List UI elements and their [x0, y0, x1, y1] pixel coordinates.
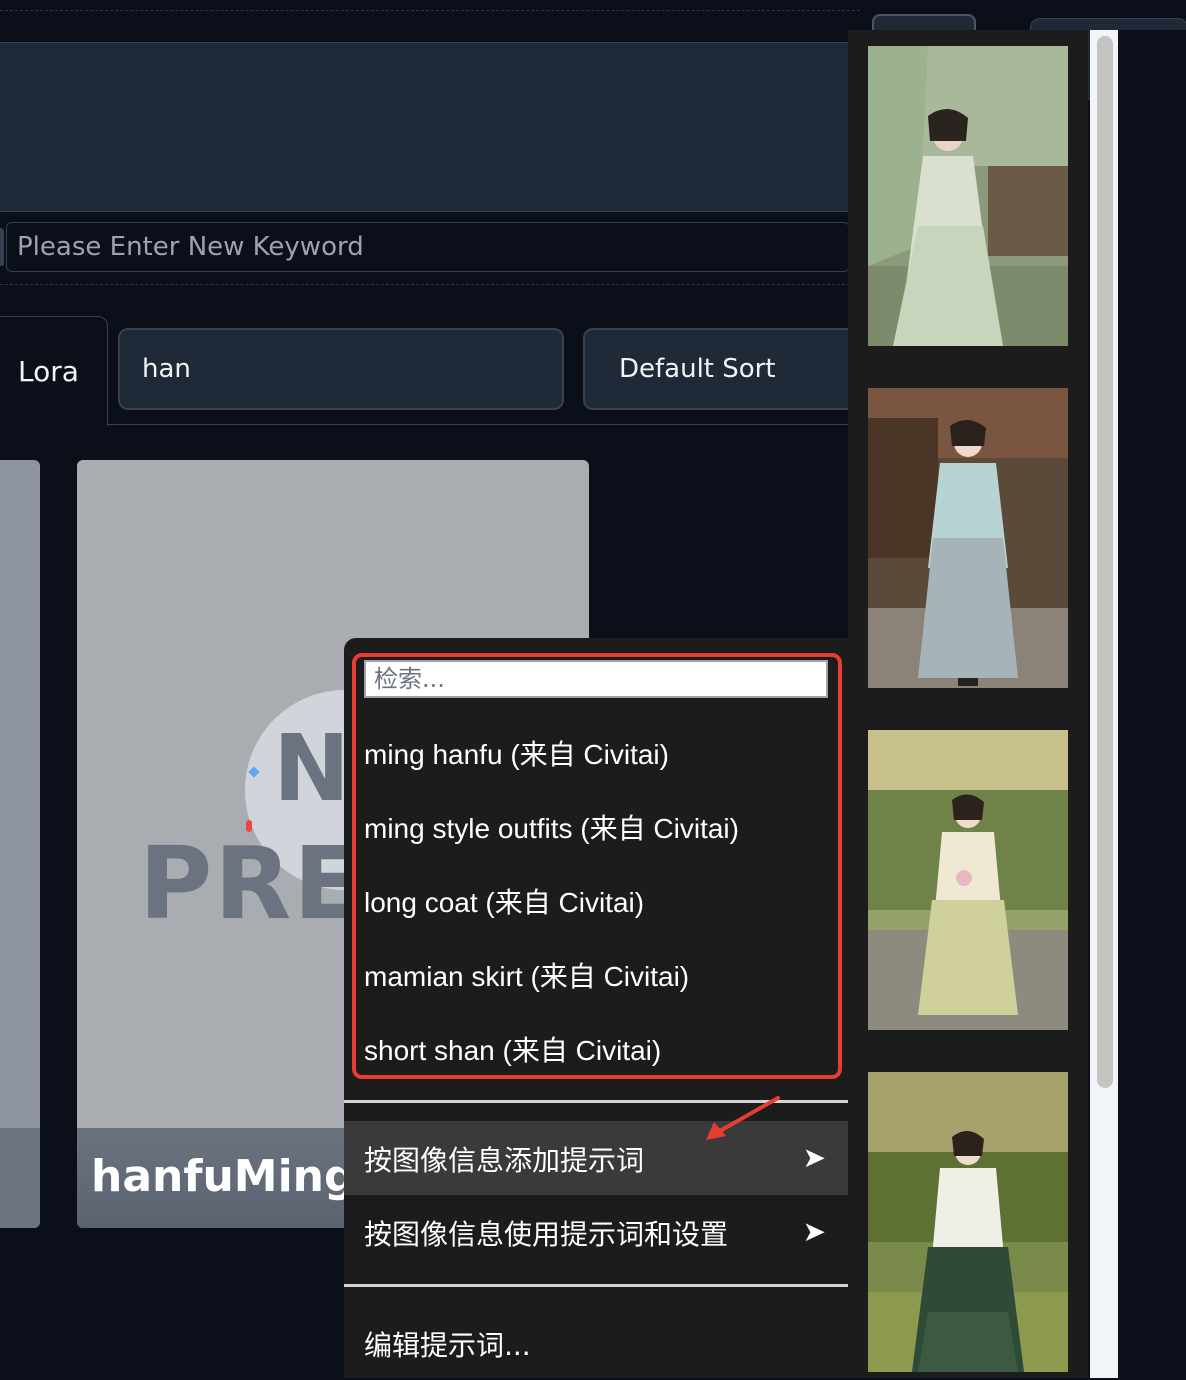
right-background — [1118, 30, 1186, 1378]
keyword-input[interactable] — [6, 222, 850, 272]
lora-card-previous-footer — [0, 1128, 40, 1228]
menu-item-label: 编辑提示词... — [364, 1329, 531, 1362]
preview-thumbnail[interactable] — [868, 388, 1068, 688]
menu-use-prompt-and-settings[interactable]: 按图像信息使用提示词和设置 ➤ — [344, 1195, 848, 1269]
tab-underline — [108, 424, 860, 425]
preview-thumbnail[interactable] — [868, 730, 1068, 1030]
submenu-arrow-icon: ➤ — [802, 1215, 826, 1248]
menu-item-label: 按图像信息使用提示词和设置 — [364, 1218, 729, 1251]
keyword-checkbox[interactable] — [0, 228, 4, 266]
annotation-arrow-icon — [706, 1096, 780, 1140]
highlight-frame — [352, 653, 842, 1079]
menu-separator — [344, 1284, 848, 1287]
lora-card-previous[interactable] — [0, 460, 40, 1228]
prompt-textarea[interactable] — [0, 42, 860, 212]
preview-thumbnail[interactable] — [868, 46, 1068, 346]
tab-lora[interactable]: Lora — [0, 316, 108, 426]
preview-thumbnail[interactable] — [868, 1072, 1068, 1372]
menu-edit-prompt[interactable]: 编辑提示词... — [344, 1306, 848, 1380]
sort-dropdown[interactable]: Default Sort — [583, 328, 873, 410]
top-divider — [0, 0, 860, 11]
lora-search-input[interactable]: han — [118, 328, 564, 410]
menu-item-label: 按图像信息添加提示词 — [364, 1144, 645, 1177]
keyword-divider — [0, 284, 860, 285]
scrollbar-thumb[interactable] — [1097, 36, 1113, 1088]
submenu-arrow-icon: ➤ — [802, 1141, 826, 1174]
